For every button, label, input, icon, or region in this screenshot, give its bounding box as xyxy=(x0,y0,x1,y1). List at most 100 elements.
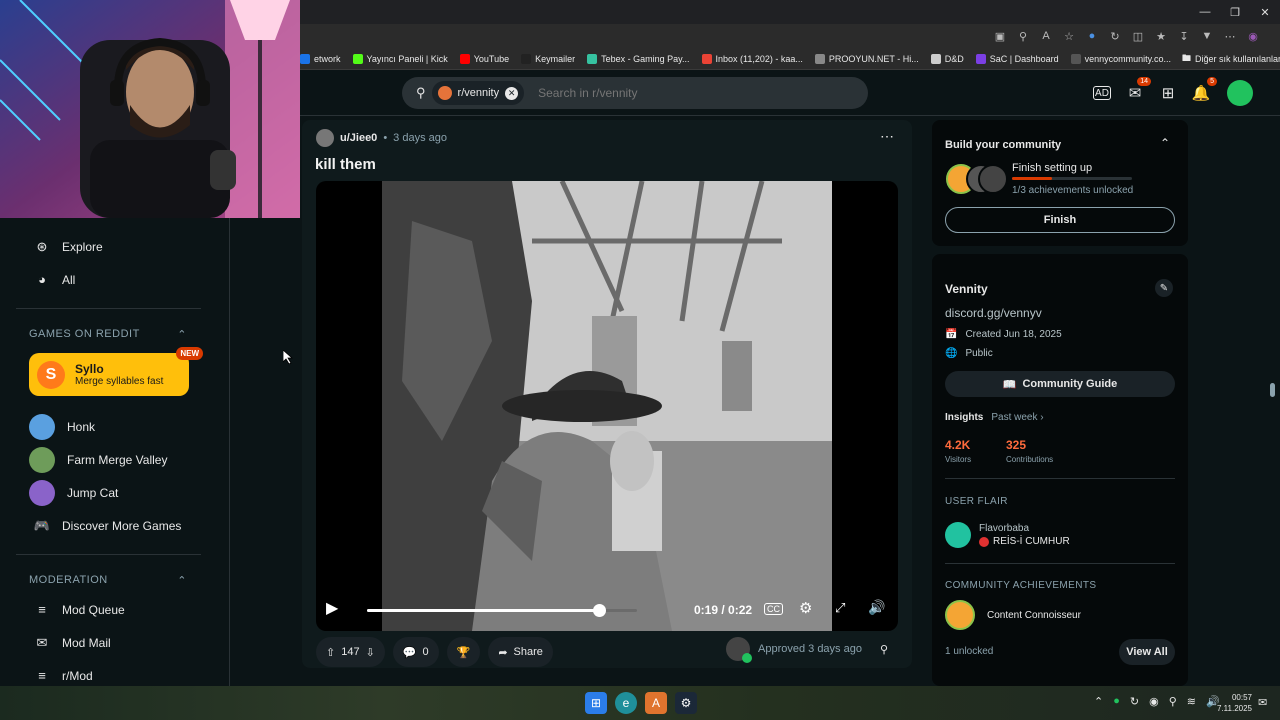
bookmark-item[interactable]: Yayıncı Paneli | Kick xyxy=(352,53,448,64)
read-aloud-icon[interactable]: A xyxy=(1036,26,1056,46)
bookmark-item[interactable]: vennycommunity.co... xyxy=(1070,53,1171,64)
guide-book-icon: 📖 xyxy=(1002,378,1017,391)
notification-center-icon[interactable]: ✉ xyxy=(1258,696,1267,709)
divider xyxy=(16,554,201,555)
steam-icon[interactable]: ⚙ xyxy=(675,692,697,714)
post-author[interactable]: u/Jiee0 xyxy=(340,132,377,144)
all-icon: ◕ xyxy=(38,272,46,287)
favorite-star-icon[interactable]: ☆ xyxy=(1059,26,1079,46)
tray-app-icon[interactable]: ● xyxy=(1113,695,1120,708)
refresh-icon[interactable]: ↻ xyxy=(1105,26,1125,46)
bookmark-item[interactable]: D&D xyxy=(930,53,964,64)
finish-button[interactable]: Finish xyxy=(945,207,1175,233)
app-launcher-icon[interactable]: A xyxy=(645,692,667,714)
bookmark-favicon-icon xyxy=(1070,53,1081,64)
tray-sync-icon[interactable]: ↻ xyxy=(1130,695,1139,708)
edit-pencil-icon[interactable]: ✎ xyxy=(1155,279,1173,297)
tray-discord-icon[interactable]: ◉ xyxy=(1149,695,1159,708)
restore-icon[interactable]: ❐ xyxy=(1220,0,1250,24)
new-badge: NEW xyxy=(176,347,203,360)
minimize-icon[interactable]: — xyxy=(1190,0,1220,24)
settings-gear-icon[interactable]: ⚙ xyxy=(799,599,812,617)
split-screen-icon[interactable]: ◫ xyxy=(1128,26,1148,46)
close-window-icon[interactable]: ✕ xyxy=(1250,0,1280,24)
mouse-cursor-icon xyxy=(283,350,293,364)
game-honk[interactable]: Honk xyxy=(0,410,229,443)
bookmark-item[interactable]: etwork xyxy=(300,53,341,64)
mod-mail[interactable]: ✉ Mod Mail xyxy=(0,626,229,659)
divider xyxy=(945,478,1175,479)
search-input[interactable] xyxy=(538,86,839,100)
game-jump-cat[interactable]: Jump Cat xyxy=(0,476,229,509)
bookmark-favicon-icon xyxy=(521,53,532,64)
globe-icon: 🌐 xyxy=(945,348,958,359)
clear-chip-icon[interactable]: ✕ xyxy=(505,86,519,100)
tray-chevron-icon[interactable]: ⌃ xyxy=(1094,695,1103,708)
discover-more-games[interactable]: 🎮 Discover More Games xyxy=(0,509,229,542)
notifications-icon[interactable]: 🔔 5 xyxy=(1188,77,1217,106)
more-icon[interactable]: ⋯ xyxy=(1220,26,1240,46)
search-chip[interactable]: r/vennity ✕ xyxy=(431,81,525,105)
bookmark-item[interactable]: SaC | Dashboard xyxy=(975,53,1059,64)
mod-queue[interactable]: ≡ Mod Queue xyxy=(0,593,229,626)
play-icon[interactable]: ▶ xyxy=(326,598,338,618)
downvote-icon[interactable]: ⇩ xyxy=(366,646,375,659)
zoom-icon[interactable]: ⚲ xyxy=(1013,26,1033,46)
mod-shield-icon[interactable]: ⚲ xyxy=(880,643,888,656)
edge-browser-icon[interactable]: e xyxy=(615,692,637,714)
author-avatar[interactable] xyxy=(316,129,334,147)
nav-all[interactable]: ◕ All xyxy=(0,263,229,296)
award-button[interactable]: 🏆 xyxy=(446,637,481,667)
create-post-icon[interactable]: ⊞ xyxy=(1155,80,1181,106)
syllo-game-icon: S xyxy=(37,360,65,389)
achievement-item[interactable]: Content Connoisseur xyxy=(945,600,1081,630)
copilot-icon[interactable]: ◉ xyxy=(1243,26,1263,46)
fullscreen-icon[interactable]: ⤢ xyxy=(835,600,845,616)
user-flair[interactable]: Flavorbaba REİS-İ CUMHUR xyxy=(945,522,1070,548)
upvote-icon[interactable]: ⇧ xyxy=(326,646,335,659)
collapse-chevron-icon[interactable]: ⌃ xyxy=(1160,136,1170,150)
farm-merge-valley-game-icon xyxy=(29,446,55,473)
bookmark-item[interactable]: Inbox (11,202) - kaa... xyxy=(701,53,803,64)
insights-period-link[interactable]: Past week › xyxy=(991,412,1043,423)
games-section-header[interactable]: GAMES ON REDDIT ⌃ xyxy=(0,321,229,347)
app-icon[interactable]: ▣ xyxy=(990,26,1010,46)
vpn-icon[interactable]: ▼ xyxy=(1197,26,1217,46)
share-button[interactable]: ➦ Share xyxy=(488,637,553,667)
other-bookmarks[interactable]: 🖿 Diğer sık kullanılanlar xyxy=(1182,51,1280,67)
more-options-icon[interactable]: ⋯ xyxy=(880,128,894,145)
volume-icon[interactable]: 🔊 xyxy=(868,599,885,616)
achievement-icons xyxy=(946,164,1008,194)
extension-icon[interactable]: ● xyxy=(1082,26,1102,46)
video-frame[interactable] xyxy=(382,181,832,631)
bookmark-item[interactable]: Tebex - Gaming Pay... xyxy=(587,53,690,64)
folder-icon: 🖿 xyxy=(1182,52,1192,63)
video-scrubber[interactable] xyxy=(367,604,637,617)
tray-mic-icon[interactable]: ⚲ xyxy=(1169,695,1177,708)
post-title[interactable]: kill them xyxy=(315,156,376,173)
windows-start-icon[interactable]: ⊞ xyxy=(585,692,607,714)
search-bar[interactable]: ⚲ r/vennity ✕ xyxy=(402,77,868,109)
bookmark-item[interactable]: Keymailer xyxy=(521,53,575,64)
taskbar-clock[interactable]: 00:57 7.11.2025 xyxy=(1212,692,1252,714)
user-avatar[interactable] xyxy=(1227,80,1253,106)
nav-explore[interactable]: ⊛ Explore xyxy=(0,230,229,263)
build-community-title: Build your community xyxy=(945,139,1062,151)
view-all-button[interactable]: View All xyxy=(1119,639,1175,665)
moderation-section-header[interactable]: MODERATION ⌃ xyxy=(0,567,229,593)
community-guide-button[interactable]: 📖 Community Guide xyxy=(945,371,1175,397)
wifi-icon[interactable]: ≋ xyxy=(1187,695,1196,708)
mail-icon: ✉ xyxy=(36,634,48,650)
page-scrollbar[interactable] xyxy=(1270,383,1275,397)
featured-game-syllo[interactable]: S Syllo Merge syllables fast NEW xyxy=(29,347,203,396)
ads-icon[interactable]: AD xyxy=(1093,86,1111,100)
bookmark-item[interactable]: PROOYUN.NET - Hi... xyxy=(814,53,919,64)
favorites-icon[interactable]: ★ xyxy=(1151,26,1171,46)
captions-icon[interactable]: CC xyxy=(764,603,783,615)
downloads-icon[interactable]: ↧ xyxy=(1174,26,1194,46)
comments-button[interactable]: 💬 0 xyxy=(392,637,439,667)
community-info-card: Vennity ✎ discord.gg/vennyv 📅 Created Ju… xyxy=(932,254,1188,686)
bookmark-item[interactable]: YouTube xyxy=(459,53,509,64)
game-farm-merge-valley[interactable]: Farm Merge Valley xyxy=(0,443,229,476)
chat-icon[interactable]: ✉ 14 xyxy=(1122,77,1151,106)
